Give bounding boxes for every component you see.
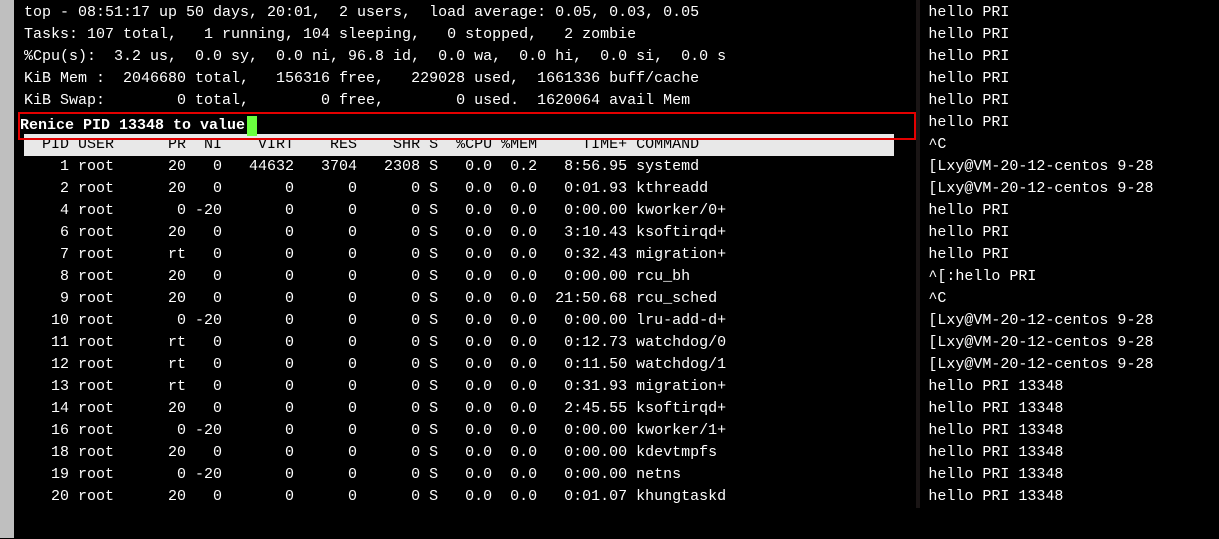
left-terminal-pane[interactable]: top - 08:51:17 up 50 days, 20:01, 2 user… xyxy=(0,0,916,508)
output-line: hello PRI xyxy=(928,222,1219,244)
output-line: [Lxy@VM-20-12-centos 9-28 xyxy=(928,310,1219,332)
top-header-line4: KiB Mem : 2046680 total, 156316 free, 22… xyxy=(24,68,916,90)
output-line: [Lxy@VM-20-12-centos 9-28 xyxy=(928,332,1219,354)
input-cursor[interactable] xyxy=(247,116,257,136)
left-gutter-lower xyxy=(0,156,14,538)
left-gutter xyxy=(0,0,14,156)
output-line: hello PRI 13348 xyxy=(928,464,1219,486)
output-line: ^[:hello PRI xyxy=(928,266,1219,288)
process-row[interactable]: 1 root 20 0 44632 3704 2308 S 0.0 0.2 8:… xyxy=(24,156,916,178)
output-line: [Lxy@VM-20-12-centos 9-28 xyxy=(928,178,1219,200)
process-row[interactable]: 16 root 0 -20 0 0 0 S 0.0 0.0 0:00.00 kw… xyxy=(24,420,916,442)
output-line: hello PRI xyxy=(928,244,1219,266)
output-line: hello PRI 13348 xyxy=(928,420,1219,442)
process-row[interactable]: 12 root rt 0 0 0 0 S 0.0 0.0 0:11.50 wat… xyxy=(24,354,916,376)
output-line: ^C xyxy=(928,288,1219,310)
top-header-line2: Tasks: 107 total, 1 running, 104 sleepin… xyxy=(24,24,916,46)
renice-prompt-box: Renice PID 13348 to value xyxy=(18,112,916,140)
process-row[interactable]: 20 root 20 0 0 0 0 S 0.0 0.0 0:01.07 khu… xyxy=(24,486,916,508)
output-line: ^C xyxy=(928,134,1219,156)
output-line: hello PRI xyxy=(928,2,1219,24)
process-row[interactable]: 9 root 20 0 0 0 0 S 0.0 0.0 21:50.68 rcu… xyxy=(24,288,916,310)
process-row[interactable]: 7 root rt 0 0 0 0 S 0.0 0.0 0:32.43 migr… xyxy=(24,244,916,266)
renice-prompt-label: Renice PID 13348 to value xyxy=(20,115,245,137)
top-header-line1: top - 08:51:17 up 50 days, 20:01, 2 user… xyxy=(24,2,916,24)
output-line: hello PRI 13348 xyxy=(928,486,1219,508)
output-line: hello PRI xyxy=(928,112,1219,134)
process-list: 1 root 20 0 44632 3704 2308 S 0.0 0.2 8:… xyxy=(24,156,916,508)
output-line: hello PRI xyxy=(928,68,1219,90)
right-terminal-pane[interactable]: hello PRIhello PRIhello PRIhello PRIhell… xyxy=(920,0,1219,508)
output-line: [Lxy@VM-20-12-centos 9-28 xyxy=(928,156,1219,178)
top-header-line5: KiB Swap: 0 total, 0 free, 0 used. 16200… xyxy=(24,90,916,112)
process-row[interactable]: 13 root rt 0 0 0 0 S 0.0 0.0 0:31.93 mig… xyxy=(24,376,916,398)
output-line: hello PRI xyxy=(928,200,1219,222)
process-row[interactable]: 10 root 0 -20 0 0 0 S 0.0 0.0 0:00.00 lr… xyxy=(24,310,916,332)
output-line: hello PRI 13348 xyxy=(928,442,1219,464)
output-line: hello PRI xyxy=(928,90,1219,112)
process-row[interactable]: 8 root 20 0 0 0 0 S 0.0 0.0 0:00.00 rcu_… xyxy=(24,266,916,288)
output-line: hello PRI 13348 xyxy=(928,398,1219,420)
process-row[interactable]: 19 root 0 -20 0 0 0 S 0.0 0.0 0:00.00 ne… xyxy=(24,464,916,486)
process-row[interactable]: 18 root 20 0 0 0 0 S 0.0 0.0 0:00.00 kde… xyxy=(24,442,916,464)
process-row[interactable]: 6 root 20 0 0 0 0 S 0.0 0.0 3:10.43 ksof… xyxy=(24,222,916,244)
top-header-line3: %Cpu(s): 3.2 us, 0.0 sy, 0.0 ni, 96.8 id… xyxy=(24,46,916,68)
process-row[interactable]: 11 root rt 0 0 0 0 S 0.0 0.0 0:12.73 wat… xyxy=(24,332,916,354)
output-line: [Lxy@VM-20-12-centos 9-28 xyxy=(928,354,1219,376)
process-row[interactable]: 4 root 0 -20 0 0 0 S 0.0 0.0 0:00.00 kwo… xyxy=(24,200,916,222)
output-line: hello PRI xyxy=(928,46,1219,68)
process-row[interactable]: 2 root 20 0 0 0 0 S 0.0 0.0 0:01.93 kthr… xyxy=(24,178,916,200)
output-line: hello PRI xyxy=(928,24,1219,46)
process-row[interactable]: 14 root 20 0 0 0 0 S 0.0 0.0 2:45.55 kso… xyxy=(24,398,916,420)
output-line: hello PRI 13348 xyxy=(928,376,1219,398)
